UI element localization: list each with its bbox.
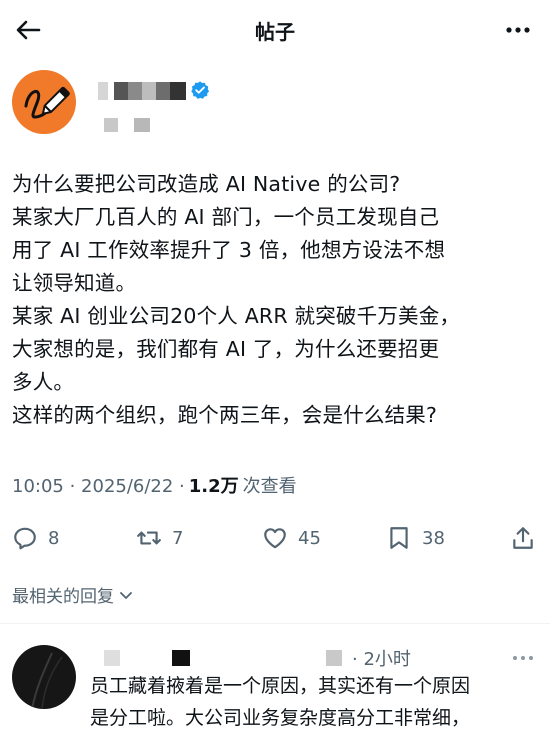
page-title: 帖子 bbox=[255, 20, 295, 44]
more-icon bbox=[513, 656, 533, 660]
share-icon bbox=[513, 527, 533, 549]
post-text: 为什么要把公司改造成 AI Native 的公司? 某家大厂几百人的 AI 部门… bbox=[12, 168, 542, 432]
reply-sort-label: 最相关的回复 bbox=[12, 587, 114, 607]
reply-button[interactable]: 8 bbox=[12, 520, 59, 556]
reply-line: 是分工啦。大公司业务复杂度高分工非常细， bbox=[90, 707, 471, 729]
reply-timestamp: · 2小时 bbox=[352, 649, 411, 670]
post-timestamp[interactable]: 10:05 · 2025/6/22 · bbox=[12, 476, 185, 497]
reply-icon bbox=[14, 527, 36, 550]
post-line: 某家 AI 创业公司20个人 ARR 就突破千万美金， bbox=[12, 304, 461, 328]
more-icon bbox=[506, 27, 530, 33]
post-line: 为什么要把公司改造成 AI Native 的公司? bbox=[12, 172, 401, 196]
retweet-count: 7 bbox=[172, 527, 184, 549]
post-line: 这样的两个组织，跑个两三年，会是什么结果? bbox=[12, 403, 438, 427]
view-count-suffix: 次查看 bbox=[242, 476, 297, 497]
post-line: 用了 AI 工作效率提升了 3 倍，他想方设法不想 bbox=[12, 238, 446, 262]
reply-text: 员工藏着掖着是一个原因，其实还有一个原因 是分工啦。大公司业务复杂度高分工非常细… bbox=[90, 670, 540, 734]
like-button[interactable]: 45 bbox=[262, 520, 321, 556]
reply-author-avatar[interactable] bbox=[12, 645, 76, 709]
reply-author-redacted[interactable] bbox=[104, 650, 344, 668]
bookmark-button[interactable]: 38 bbox=[386, 520, 445, 556]
post-meta: 10:05 · 2025/6/22 · 1.2万 次查看 bbox=[12, 472, 297, 498]
action-bar: 8 7 45 38 bbox=[0, 520, 550, 556]
post-line: 让领导知道。 bbox=[12, 271, 137, 295]
like-icon bbox=[264, 528, 286, 549]
pencil-scribble-icon bbox=[24, 86, 70, 119]
view-count: 1.2万 bbox=[188, 476, 239, 497]
divider bbox=[0, 623, 550, 624]
chevron-down-icon bbox=[120, 591, 132, 599]
bookmark-count: 38 bbox=[422, 527, 445, 549]
post-line: 某家大厂几百人的 AI 部门，一个员工发现自己 bbox=[12, 205, 440, 229]
top-bar: 帖子 bbox=[0, 0, 550, 60]
reply-more-button[interactable] bbox=[510, 650, 536, 666]
retweet-button[interactable]: 7 bbox=[136, 520, 183, 556]
reply-sort-selector[interactable]: 最相关的回复 bbox=[12, 582, 134, 607]
share-button[interactable] bbox=[510, 520, 536, 556]
author-name-redacted[interactable] bbox=[98, 80, 188, 102]
verified-icon bbox=[191, 81, 210, 99]
post-line: 多人。 bbox=[12, 370, 75, 394]
reply-line: 员工藏着掖着是一个原因，其实还有一个原因 bbox=[90, 675, 471, 697]
author-avatar[interactable] bbox=[12, 70, 76, 134]
bookmark-icon bbox=[390, 527, 408, 549]
more-options-button[interactable] bbox=[504, 18, 532, 42]
like-count: 45 bbox=[298, 527, 321, 549]
retweet-icon bbox=[137, 531, 161, 545]
reply-count: 8 bbox=[48, 527, 60, 549]
post-line: 大家想的是，我们都有 AI 了，为什么还要招更 bbox=[12, 337, 440, 361]
